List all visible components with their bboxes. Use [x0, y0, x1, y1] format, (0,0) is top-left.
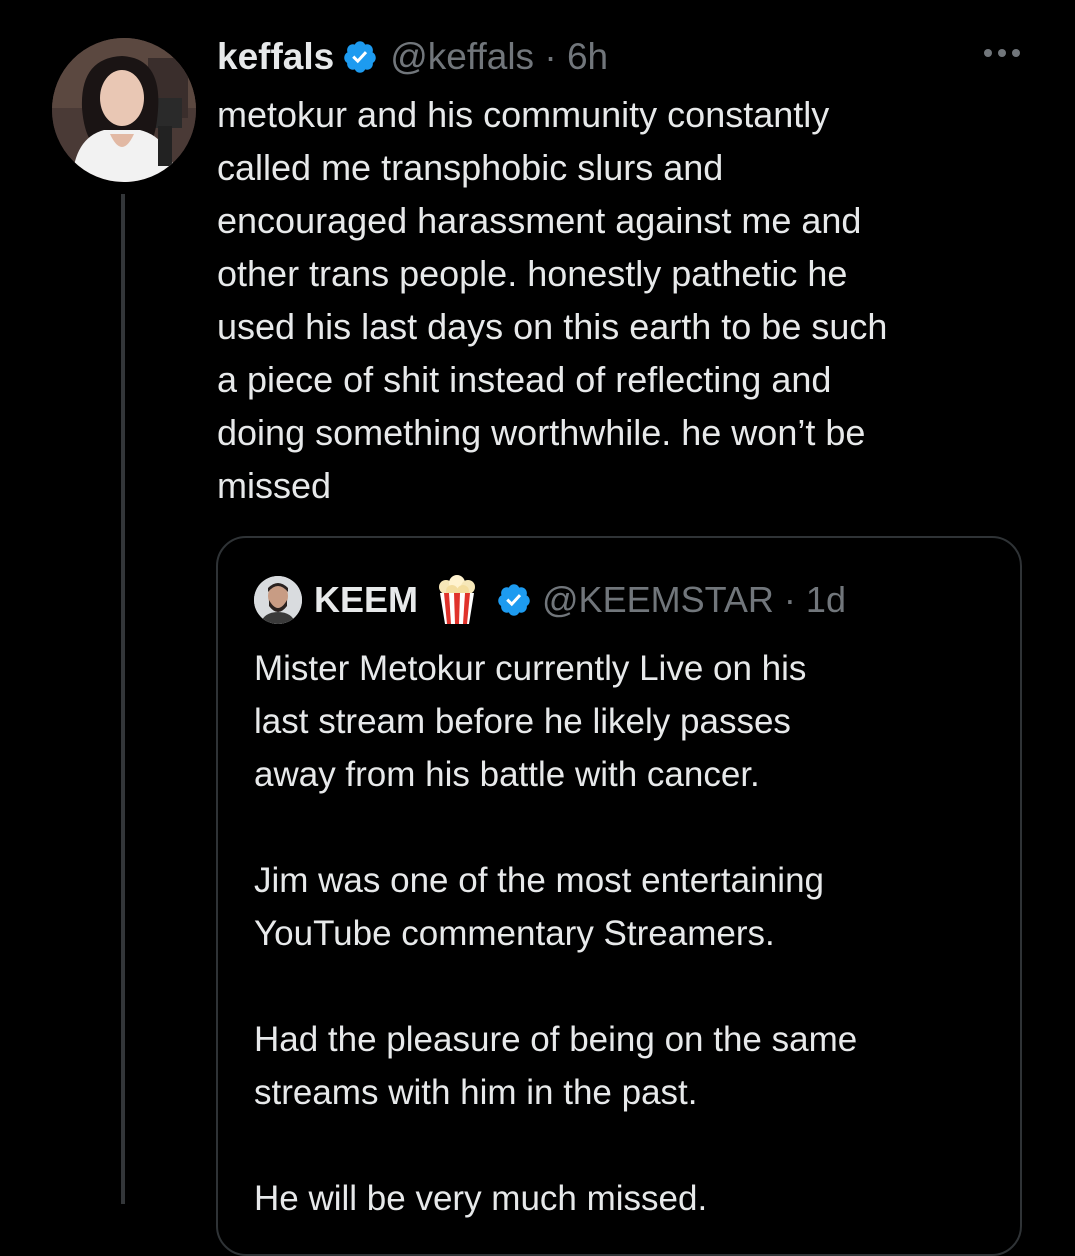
tweet-text-line: a piece of shit instead of reflecting an…	[217, 359, 832, 400]
verified-badge-icon	[342, 39, 378, 75]
quoted-author-display-name[interactable]: KEEM	[314, 579, 418, 621]
quoted-text-line: Jim was one of the most entertaining	[254, 861, 825, 900]
popcorn-icon	[436, 575, 478, 625]
tweet-text-line: missed	[217, 465, 332, 506]
quoted-text-line: Mister Metokur currently Live on his	[254, 649, 807, 688]
tweet-text-line: encouraged harassment against me and	[217, 200, 862, 241]
tweet-text-line: metokur and his community constantly	[217, 94, 830, 135]
quoted-tweet-card[interactable]: KEEM @KEEMSTAR · 1d Mister Metokur curre…	[216, 536, 1022, 1256]
quoted-tweet-body: Mister Metokur currently Live on his las…	[254, 642, 994, 1225]
author-avatar[interactable]	[52, 38, 196, 182]
author-handle-and-time[interactable]: @keffals · 6h	[390, 36, 608, 78]
tweet-text-line: doing something worthwhile. he won’t be	[217, 412, 866, 453]
quoted-text-line: away from his battle with cancer.	[254, 755, 760, 794]
user-avatar-icon	[254, 576, 302, 624]
quoted-text-line	[254, 960, 994, 1013]
quoted-text-line: YouTube commentary Streamers.	[254, 914, 775, 953]
tweet-text-line: called me transphobic slurs and	[217, 147, 724, 188]
tweet-body: metokur and his community constantly cal…	[217, 88, 1017, 512]
quoted-text-line	[254, 801, 994, 854]
tweet-text-line: used his last days on this earth to be s…	[217, 306, 888, 347]
user-avatar-icon	[52, 38, 196, 182]
quoted-text-line: Had the pleasure of being on the same	[254, 1020, 858, 1059]
quoted-tweet-header: KEEM @KEEMSTAR · 1d	[254, 574, 846, 626]
quoted-text-line	[254, 1119, 994, 1172]
quoted-author-handle-and-time[interactable]: @KEEMSTAR · 1d	[542, 579, 846, 621]
quoted-text-line: He will be very much missed.	[254, 1179, 708, 1218]
quoted-text-line: streams with him in the past.	[254, 1073, 698, 1112]
author-display-name[interactable]: keffals	[217, 36, 334, 78]
tweet-text-line: other trans people. honestly pathetic he	[217, 253, 848, 294]
tweet-header: keffals @keffals · 6h	[217, 32, 608, 82]
quoted-author-avatar[interactable]	[254, 576, 302, 624]
quoted-text-line: last stream before he likely passes	[254, 702, 791, 741]
more-options-icon[interactable]	[980, 38, 1024, 68]
verified-badge-icon	[496, 582, 532, 618]
thread-connector-line	[121, 194, 125, 1204]
